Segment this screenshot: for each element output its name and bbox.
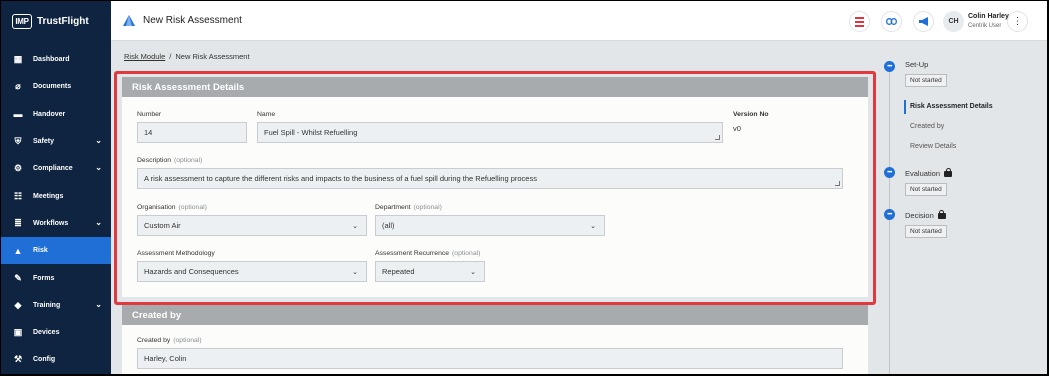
logo-mark: IMP	[12, 14, 32, 29]
compliance-icon: ⚙	[13, 163, 23, 174]
setup-step-title[interactable]: Set-Up	[905, 60, 928, 69]
workflows-icon: ≣	[14, 217, 22, 228]
lock-icon	[937, 209, 946, 219]
sidebar-item-handover[interactable]: ▬ Handover	[1, 101, 111, 128]
breadcrumb-current: New Risk Assessment	[175, 52, 250, 61]
sidebar-item-label: Workflows	[33, 219, 69, 227]
page-title: New Risk Assessment	[143, 15, 242, 26]
stack-icon	[855, 16, 864, 27]
setup-step-dot-icon: •••	[884, 61, 895, 72]
risk-icon	[123, 15, 135, 26]
logo-text: TrustFlight	[37, 16, 89, 27]
breadcrumb: Risk Module / New Risk Assessment	[124, 52, 250, 61]
sidebar-item-label: Handover	[33, 110, 66, 118]
decision-step-label: Decision	[905, 211, 934, 220]
active-step-indicator	[904, 100, 906, 114]
optional-hint: (optional)	[173, 337, 202, 344]
decision-step-title[interactable]: Decision	[905, 209, 946, 220]
megaphone-icon	[918, 17, 928, 26]
breadcrumb-risk-module[interactable]: Risk Module	[124, 52, 165, 61]
sidebar-item-label: Meetings	[33, 192, 64, 200]
created-by-label: Created by (optional)	[137, 337, 202, 344]
created-by-value: Harley, Colin	[144, 354, 187, 363]
decision-step-dot-icon: •••	[884, 209, 895, 220]
sidebar-item-meetings[interactable]: ☷ Meetings	[1, 182, 111, 209]
top-header: New Risk Assessment CH Colin Harley Cent…	[111, 1, 1047, 41]
link-icon	[886, 18, 897, 25]
evaluation-status-badge: Not started	[905, 183, 947, 196]
created-by-field[interactable]: Harley, Colin	[137, 348, 843, 369]
sidebar-item-config[interactable]: ⚒ Config	[1, 346, 111, 373]
sidebar: IMP TrustFlight ▦ Dashboard ⌀ Documents ▬ Han…	[1, 1, 111, 374]
sidebar-item-safety[interactable]: ⛨ Safety ⌄	[1, 128, 111, 155]
evaluation-step-title[interactable]: Evaluation	[905, 167, 953, 178]
lock-icon	[944, 167, 953, 177]
sidebar-item-risk[interactable]: ▲ Risk	[1, 237, 111, 265]
breadcrumb-separator: /	[169, 52, 172, 61]
highlight-box	[114, 71, 876, 305]
user-name: Colin Harley	[968, 13, 1009, 20]
sidebar-nav: ▦ Dashboard ⌀ Documents ▬ Handover ⛨ Safety ⌄ ⚙ Co…	[1, 46, 111, 374]
step-created-by[interactable]: Created by	[910, 123, 944, 130]
sidebar-item-label: Safety	[33, 138, 55, 146]
documents-icon: ⌀	[15, 81, 21, 92]
chevron-down-icon[interactable]: ⌄	[95, 300, 102, 309]
decision-status-badge: Not started	[905, 225, 947, 238]
sidebar-item-label: Dashboard	[33, 56, 70, 64]
risk-icon: ▲	[13, 245, 23, 256]
tasks-button[interactable]	[849, 11, 870, 32]
sidebar-item-label: Risk	[33, 247, 48, 255]
evaluation-step-dot-icon: •••	[884, 167, 895, 178]
step-review-details[interactable]: Review Details	[910, 143, 956, 150]
sidebar-item-label: Compliance	[33, 165, 73, 173]
step-risk-assessment-details[interactable]: Risk Assessment Details	[910, 103, 993, 110]
sidebar-item-forms[interactable]: ✎ Forms	[1, 264, 111, 291]
devices-icon: ▣	[13, 327, 23, 338]
chevron-down-icon[interactable]: ⌄	[95, 136, 102, 145]
sidebar-item-label: Forms	[33, 274, 55, 282]
sidebar-item-compliance[interactable]: ⚙ Compliance ⌄	[1, 155, 111, 182]
sidebar-item-label: Config	[33, 356, 56, 364]
link-button[interactable]	[881, 11, 902, 32]
setup-status-badge: Not started	[905, 74, 947, 87]
app-window: IMP TrustFlight ▦ Dashboard ⌀ Documents ▬ Han…	[1, 1, 1047, 374]
more-menu-button[interactable]: ⋮	[1007, 11, 1028, 32]
sidebar-item-dashboard[interactable]: ▦ Dashboard	[1, 46, 111, 73]
chevron-down-icon[interactable]: ⌄	[95, 163, 102, 172]
safety-icon: ⛨	[14, 136, 22, 147]
config-icon: ⚒	[13, 354, 23, 365]
forms-icon: ✎	[14, 272, 22, 283]
avatar[interactable]: CH	[943, 11, 964, 32]
handover-icon: ▬	[13, 109, 23, 120]
meetings-icon: ☷	[13, 190, 23, 201]
sidebar-item-label: Training	[33, 301, 61, 309]
created-by-label-text: Created by	[137, 337, 171, 344]
training-icon: ◆	[14, 299, 22, 310]
sidebar-item-devices[interactable]: ▣ Devices	[1, 319, 111, 346]
sidebar-item-documents[interactable]: ⌀ Documents	[1, 73, 111, 100]
app-logo[interactable]: IMP TrustFlight	[12, 14, 89, 29]
sidebar-item-training[interactable]: ◆ Training ⌄	[1, 292, 111, 319]
created-by-card-header: Created by	[122, 305, 868, 325]
announcements-button[interactable]	[913, 11, 934, 32]
sidebar-item-label: Devices	[33, 329, 60, 337]
sidebar-item-label: Documents	[33, 83, 72, 91]
evaluation-step-label: Evaluation	[905, 169, 941, 178]
chevron-down-icon[interactable]: ⌄	[95, 218, 102, 227]
progress-stepper: ••• Set-Up Not started Risk Assessment D…	[878, 49, 1047, 374]
sidebar-item-workflows[interactable]: ≣ Workflows ⌄	[1, 210, 111, 237]
user-role: Centrik User	[968, 23, 1002, 29]
dashboard-icon: ▦	[13, 54, 23, 65]
